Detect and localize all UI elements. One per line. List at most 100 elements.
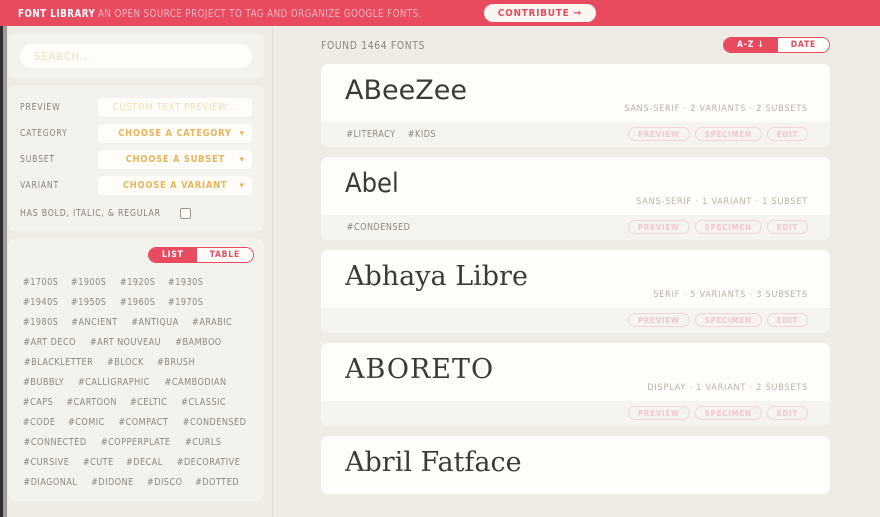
font-card-tag[interactable]: #KIDS [408, 129, 436, 140]
font-card-footer: PREVIEW SPECIMEN EDIT [321, 308, 830, 333]
found-fonts-label: FOUND 1464 FONTS [321, 38, 426, 52]
tag-item[interactable]: #1950S [71, 295, 106, 311]
preview-button[interactable]: PREVIEW [627, 406, 690, 420]
tag-item[interactable]: #CURSIVE [23, 455, 69, 471]
filter-input-preview[interactable]: CUSTOM TEXT PREVIEW... [98, 97, 252, 117]
tag-item[interactable]: #DISCO [147, 475, 183, 491]
tag-item[interactable]: #CONNECTED [24, 435, 87, 451]
tag-item[interactable]: #CONDENSED [182, 415, 246, 431]
main-content: FOUND 1464 FONTS A-Z ↓ DATE ABeeZee SANS-… [273, 26, 880, 517]
sort-date-button[interactable]: DATE [777, 38, 829, 52]
tag-item[interactable]: #BLACKLETTER [24, 355, 93, 371]
tag-item[interactable]: #CELTIC [130, 395, 167, 411]
tag-item[interactable]: #BUBBLY [23, 375, 64, 391]
filter-label-variant: VARIANT [20, 179, 59, 191]
tag-item[interactable]: #1920S [120, 275, 155, 291]
tag-item[interactable]: #CAMBODIAN [164, 375, 226, 391]
filter-row-preview: PREVIEW CUSTOM TEXT PREVIEW... [20, 94, 252, 120]
font-card-actions: PREVIEW SPECIMEN EDIT [627, 313, 808, 327]
specimen-button[interactable]: SPECIMEN [694, 406, 762, 420]
site-brand: FONT LIBRARY [18, 6, 96, 20]
tag-item[interactable]: #DECORATIVE [176, 455, 240, 471]
edit-button[interactable]: EDIT [766, 127, 808, 141]
font-card[interactable]: ABORETO DISPLAY · 1 VARIANT · 2 SUBSETS PR… [321, 343, 830, 426]
tag-item[interactable]: #CLASSIC [181, 395, 226, 411]
font-name: Abhaya Libre [345, 261, 528, 292]
filter-select-category[interactable]: CHOOSE A CATEGORY ▾ [98, 123, 252, 143]
font-card-body: Abel SANS-SERIF · 1 VARIANT · 1 SUBSET [321, 157, 830, 215]
font-card-tag[interactable]: #CONDENSED [347, 222, 411, 233]
font-name: Abel [345, 168, 399, 199]
tag-item[interactable]: #ANCIENT [72, 315, 118, 331]
tag-item[interactable]: #BRUSH [157, 355, 195, 371]
tag-item[interactable]: #COMPACT [118, 415, 168, 431]
filter-row-subset: SUBSET CHOOSE A SUBSET ▾ [20, 146, 252, 172]
tag-item[interactable]: #DIAGONAL [23, 475, 77, 491]
specimen-button[interactable]: SPECIMEN [694, 220, 762, 234]
specimen-button[interactable]: SPECIMEN [694, 127, 762, 141]
has-bold-italic-regular-checkbox[interactable] [180, 207, 192, 219]
font-card-body: Abhaya Libre SERIF · 5 VARIANTS · 3 SUBSE… [321, 250, 830, 308]
tag-item[interactable]: #DECAL [126, 455, 163, 471]
edit-button[interactable]: EDIT [766, 313, 808, 327]
tags-panel: LIST TABLE #1700S #1900S #1920S #1930S #1940… [8, 238, 264, 501]
filter-value-category: CHOOSE A CATEGORY [118, 127, 232, 139]
filter-select-variant[interactable]: CHOOSE A VARIANT ▾ [98, 175, 252, 195]
font-card-footer: #CONDENSED PREVIEW SPECIMEN EDIT [321, 215, 830, 240]
specimen-button[interactable]: SPECIMEN [694, 313, 762, 327]
tag-item[interactable]: #CALLIGRAPHIC [78, 375, 150, 391]
sidebar: PREVIEW CUSTOM TEXT PREVIEW... CATEGORY … [0, 26, 273, 517]
tag-item[interactable]: #1980S [23, 315, 58, 331]
font-card[interactable]: Abril Fatface [321, 436, 830, 494]
tag-item[interactable]: #DIDONE [91, 475, 134, 491]
font-card[interactable]: Abel SANS-SERIF · 1 VARIANT · 1 SUBSET #CO… [321, 157, 830, 240]
contribute-button-label: CONTRIBUTE [497, 7, 570, 19]
filter-select-subset[interactable]: CHOOSE A SUBSET ▾ [98, 149, 252, 169]
sort-alpha-button[interactable]: A-Z ↓ [724, 38, 778, 52]
tag-item[interactable]: #CARTOON [66, 395, 117, 411]
tag-item[interactable]: #CODE [23, 415, 56, 431]
tag-item[interactable]: #COPPERPLATE [101, 435, 171, 451]
tag-item[interactable]: #1960S [120, 295, 155, 311]
font-card-tag[interactable]: #LITERACY [346, 129, 395, 140]
font-card-tags: #LITERACY #KIDS [345, 129, 437, 140]
view-mode-toggle: LIST TABLE [147, 247, 254, 263]
tag-item[interactable]: #1970S [168, 295, 203, 311]
tag-item[interactable]: #DOTTED [195, 475, 239, 491]
tag-item[interactable]: #BLOCK [107, 355, 144, 371]
tag-item[interactable]: #COMIC [68, 415, 105, 431]
preview-button[interactable]: PREVIEW [627, 313, 690, 327]
tag-item[interactable]: #ART NOUVEAU [90, 335, 161, 351]
edit-button[interactable]: EDIT [766, 406, 808, 420]
preview-button[interactable]: PREVIEW [627, 220, 690, 234]
has-bold-italic-regular-label: HAS BOLD, ITALIC, & REGULAR [20, 207, 161, 219]
tag-item[interactable]: #1700S [23, 275, 58, 291]
tag-item[interactable]: #1900S [71, 275, 106, 291]
filter-label-subset: SUBSET [20, 153, 55, 165]
tag-item[interactable]: #1940S [23, 295, 58, 311]
tag-item[interactable]: #ART DECO [23, 335, 76, 351]
font-card-actions: PREVIEW SPECIMEN EDIT [627, 127, 808, 141]
font-card[interactable]: ABeeZee SANS-SERIF · 2 VARIANTS · 2 SUBSE… [321, 64, 830, 147]
chevron-down-icon: ▾ [239, 153, 244, 164]
font-card-list: ABeeZee SANS-SERIF · 2 VARIANTS · 2 SUBSE… [321, 64, 830, 494]
filter-row-variant: VARIANT CHOOSE A VARIANT ▾ [20, 172, 252, 198]
site-tagline: AN OPEN SOURCE PROJECT TO TAG AND ORGANI… [97, 6, 422, 20]
tag-item[interactable]: #ARABIC [192, 315, 232, 331]
tag-item[interactable]: #CUTE [82, 455, 113, 471]
top-header-bar: FONT LIBRARY AN OPEN SOURCE PROJECT TO T… [0, 0, 880, 26]
tag-item[interactable]: #CURLS [185, 435, 222, 451]
tag-item[interactable]: #1930S [168, 275, 203, 291]
edit-button[interactable]: EDIT [766, 220, 808, 234]
contribute-button[interactable]: CONTRIBUTE → [483, 4, 596, 22]
tag-item[interactable]: #ANTIQUA [131, 315, 178, 331]
page-layout: PREVIEW CUSTOM TEXT PREVIEW... CATEGORY … [0, 26, 880, 517]
tag-item[interactable]: #CAPS [23, 395, 53, 411]
view-mode-table-button[interactable]: TABLE [196, 248, 253, 262]
view-mode-list-button[interactable]: LIST [148, 248, 197, 262]
filter-value-subset: CHOOSE A SUBSET [125, 153, 225, 165]
search-input[interactable] [20, 44, 252, 68]
preview-button[interactable]: PREVIEW [627, 127, 690, 141]
tag-item[interactable]: #BAMBOO [176, 335, 222, 351]
font-card[interactable]: Abhaya Libre SERIF · 5 VARIANTS · 3 SUBSE… [321, 250, 830, 333]
